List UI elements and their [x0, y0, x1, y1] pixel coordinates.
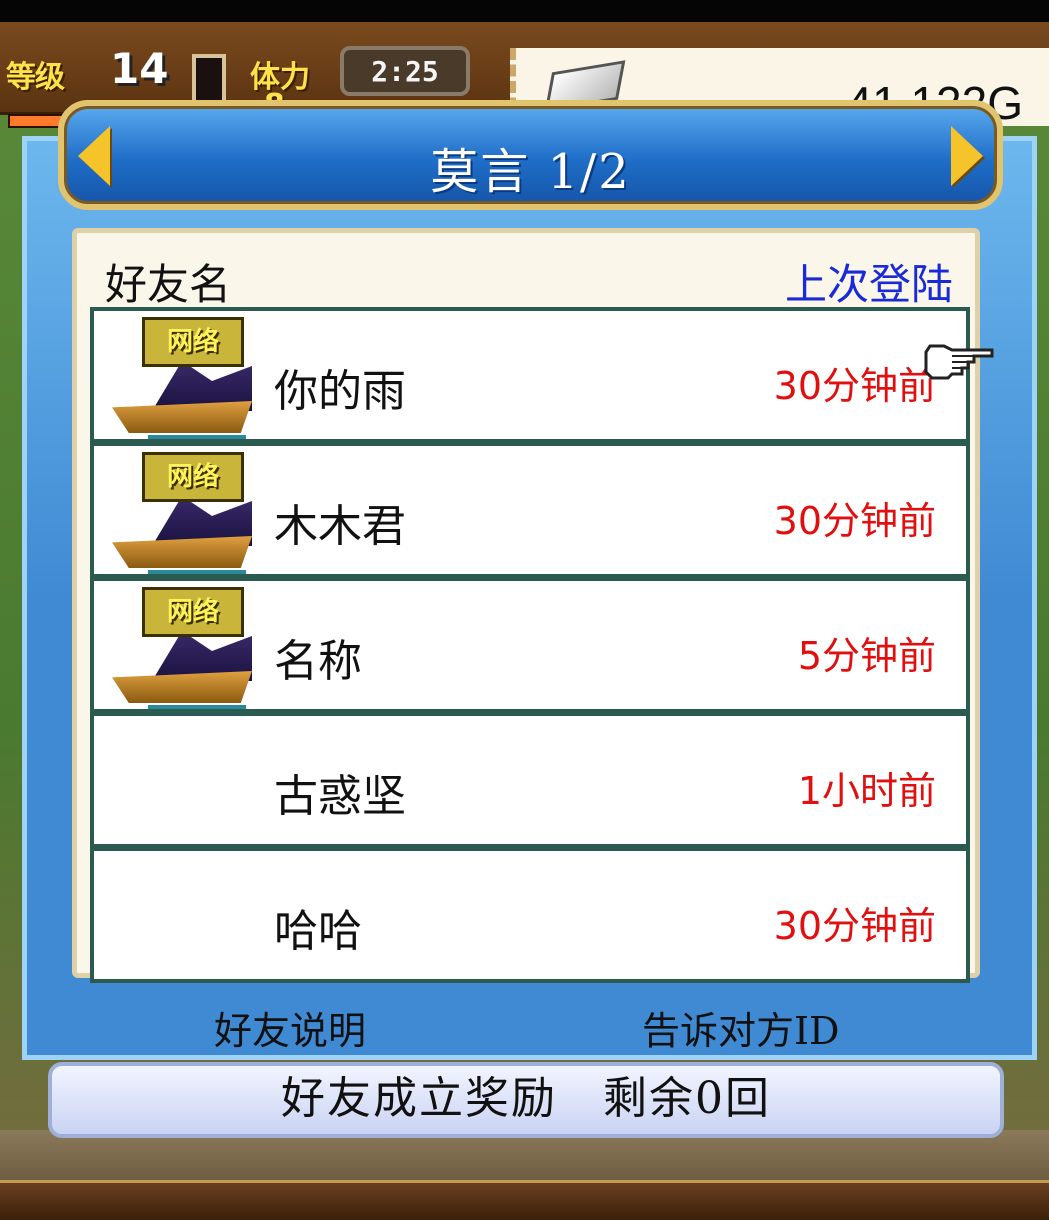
friend-row[interactable]: 哈哈 30分钟前 [90, 847, 970, 983]
friend-name: 古惑坚 [274, 771, 406, 822]
last-login-time: 30分钟前 [773, 904, 936, 948]
level-label: 等级 [6, 60, 65, 95]
status-strip [0, 0, 1049, 22]
friend-name: 哈哈 [274, 906, 362, 957]
ship-wave [148, 705, 246, 709]
friend-row[interactable]: 网络 名称 5分钟前 [90, 577, 970, 713]
ship-hull [112, 671, 252, 703]
column-header-last-login: 上次登陆 [784, 260, 953, 309]
friend-row[interactable]: 古惑坚 1小时前 [90, 712, 970, 848]
network-tag: 网络 [142, 317, 244, 367]
friend-name: 名称 [274, 636, 362, 687]
network-tag: 网络 [142, 587, 244, 637]
bottom-menu-bar [0, 1180, 1049, 1220]
friend-rows: 网络 你的雨 30分钟前 网络 木木君 30分钟前 网络 名称 5分钟前 古惑坚 1小时前 哈哈 30分… [90, 307, 970, 983]
arrow-right-icon[interactable] [951, 126, 983, 186]
network-tag: 网络 [142, 452, 244, 502]
last-login-time: 1小时前 [797, 769, 936, 813]
dialog-title: 莫言 1/2 [430, 144, 631, 200]
ship-hull [112, 536, 252, 568]
friend-name: 木木君 [274, 501, 406, 552]
friend-list-panel: 好友名 上次登陆 网络 你的雨 30分钟前 网络 木木君 30分钟前 网络 名称 5分钟前 古惑坚… [72, 228, 980, 983]
pointing-hand-icon [924, 344, 994, 380]
ship-avatar-icon: 网络 [112, 317, 262, 439]
ship-avatar-icon: 网络 [112, 452, 262, 574]
last-login-time: 30分钟前 [773, 499, 936, 543]
share-id-button[interactable]: 告诉对方ID [642, 1000, 839, 1055]
ship-avatar-icon: 网络 [112, 587, 262, 709]
timer: 2:25 [340, 46, 470, 96]
ship-hull [112, 401, 252, 433]
friend-help-button[interactable]: 好友说明 [214, 1000, 366, 1055]
friend-row[interactable]: 网络 你的雨 30分钟前 [90, 307, 970, 443]
friend-reward-bar[interactable]: 好友成立奖励 剩余0回 [48, 1062, 1004, 1138]
ship-wave [148, 435, 246, 439]
friend-row[interactable]: 网络 木木君 30分钟前 [90, 442, 970, 578]
friend-name: 你的雨 [274, 366, 406, 417]
level-value: 14 [110, 44, 169, 93]
title-banner: 莫言 1/2 [58, 100, 1003, 210]
last-login-time: 30分钟前 [773, 364, 936, 408]
column-header-name: 好友名 [105, 260, 232, 309]
ship-wave [148, 570, 246, 574]
last-login-time: 5分钟前 [797, 634, 936, 678]
